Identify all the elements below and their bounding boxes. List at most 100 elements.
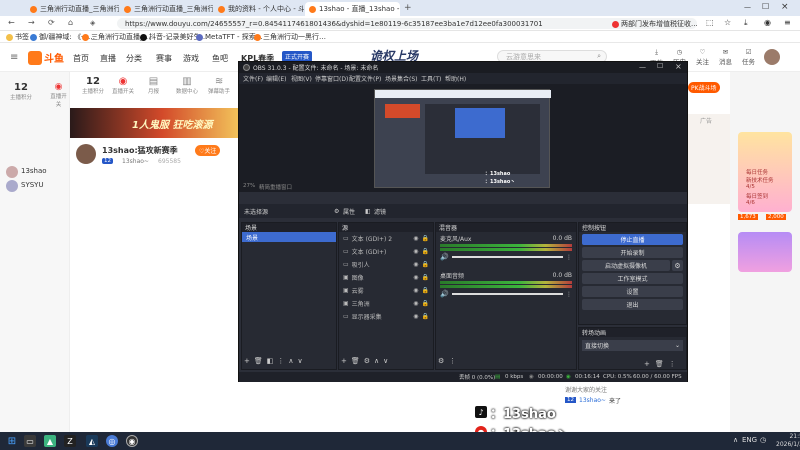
menu-dots-icon[interactable]: ⋮	[277, 357, 284, 365]
source-item[interactable]: ▭ 文本 (GDI+) 2 ◉ 🔒	[339, 232, 433, 245]
obs-preview[interactable]: ：13shao ：13shao丶 27% 精简重播窗口	[239, 84, 687, 192]
shield-icon[interactable]: ◈	[90, 19, 95, 27]
close-window-icon[interactable]: ×	[781, 2, 789, 12]
tasks-button[interactable]: ☑ 任务	[742, 48, 755, 66]
star-icon[interactable]: ☆	[724, 18, 731, 27]
avatar[interactable]	[764, 49, 780, 65]
hamburger-icon[interactable]: ≡	[10, 52, 18, 63]
eye-icon[interactable]: ◉	[413, 261, 418, 268]
filters-button[interactable]: 滤镜	[374, 207, 386, 216]
source-item[interactable]: ▭ 显示器采集 ◉ 🔒	[339, 310, 433, 323]
scene-filter-icon[interactable]: ◧	[267, 357, 274, 365]
browser-tab-3[interactable]: 我的资料 - 个人中心 - 斗鱼	[214, 2, 304, 16]
network-icon[interactable]: ◷	[760, 436, 766, 444]
add-icon[interactable]: +	[644, 360, 650, 368]
menu-icon[interactable]: ≡	[784, 18, 791, 27]
nav-home[interactable]: 首页	[73, 53, 89, 64]
source-item[interactable]: ▭ 文本 (GDI+) ◉ 🔒	[339, 245, 433, 258]
stat-points[interactable]: 12 主播积分	[82, 76, 104, 95]
eye-icon[interactable]: ◉	[413, 300, 418, 307]
reload-icon[interactable]: ⟳	[48, 18, 55, 27]
nav-games[interactable]: 游戏	[183, 53, 199, 64]
menu-file[interactable]: 文件(F)	[243, 74, 263, 83]
move-down-icon[interactable]: ∨	[383, 357, 388, 365]
douyu-logo[interactable]: 斗鱼	[28, 50, 64, 65]
gift-promo[interactable]	[738, 232, 792, 272]
news-ticker[interactable]: 两部门发布增值税征收...	[612, 19, 698, 29]
gear-icon[interactable]: ⚙	[672, 260, 683, 271]
browser-tab-1[interactable]: 三角洲行动直播_三角洲行动直…	[26, 2, 119, 16]
menu-tools[interactable]: 工具(T)	[421, 74, 441, 83]
back-icon[interactable]: ←	[8, 18, 15, 27]
pk-badge[interactable]: PK战斗场	[688, 82, 720, 93]
studio-mode-button[interactable]: 工作室模式	[582, 273, 683, 284]
browser-icon[interactable]: ◎	[106, 435, 118, 447]
filter-icon[interactable]: ◧	[365, 208, 371, 215]
maximize-icon[interactable]: ☐	[657, 62, 663, 70]
windows-start-icon[interactable]: ⊞	[6, 435, 18, 447]
scene-item[interactable]: 场景	[242, 232, 336, 242]
sidebar-user[interactable]: SYSYU	[21, 181, 44, 189]
gear-icon[interactable]: ⚙	[334, 208, 339, 215]
language-indicator[interactable]: ENG	[742, 436, 757, 444]
nav-fishbar[interactable]: 鱼吧	[212, 53, 228, 64]
source-item[interactable]: ▣ 云雾 ◉ 🔒	[339, 284, 433, 297]
new-tab-icon[interactable]: +	[404, 3, 412, 13]
search-icon[interactable]: ⌕	[597, 52, 601, 61]
nav-live[interactable]: 直播	[100, 53, 116, 64]
eye-icon[interactable]: ◉	[413, 274, 418, 281]
eye-icon[interactable]: ◉	[413, 313, 418, 320]
menu-docks[interactable]: 停靠窗口(D)	[315, 74, 348, 83]
browser-tab-2[interactable]: 三角洲行动直播_三角洲行动直…	[120, 2, 213, 16]
trash-icon[interactable]: 🗑	[655, 360, 664, 368]
url-input[interactable]: https://www.douyu.com/24655557_r=0.84541…	[117, 18, 697, 29]
extensions-icon[interactable]: ⬚	[706, 18, 714, 27]
stat-data-center[interactable]: ▥ 数据中心	[176, 76, 198, 95]
source-item[interactable]: ▭ 吸引人 ◉ 🔒	[339, 258, 433, 271]
anchor-name[interactable]: 13shao~	[122, 158, 149, 165]
volume-slider[interactable]	[451, 293, 563, 295]
profile-icon[interactable]: ◉	[764, 18, 771, 27]
stat-live-switch[interactable]: ◉ 直播开关	[48, 82, 69, 108]
minimize-icon[interactable]: —	[639, 63, 646, 71]
menu-help[interactable]: 帮助(H)	[445, 74, 466, 83]
menu-dots-icon[interactable]: ⋮	[669, 360, 676, 368]
bookmark-item[interactable]: MetaTFT - 探索…	[196, 32, 263, 42]
trash-icon[interactable]: 🗑	[254, 357, 263, 365]
start-recording-button[interactable]: 开始录制	[582, 247, 683, 258]
menu-view[interactable]: 视图(V)	[291, 74, 312, 83]
lock-icon[interactable]: 🔒	[422, 313, 429, 320]
eye-icon[interactable]: ◉	[413, 248, 418, 255]
avatar[interactable]	[76, 144, 96, 164]
stat-monthly[interactable]: ▤ 月报	[148, 76, 159, 95]
gear-icon[interactable]: ⚙	[364, 357, 370, 365]
menu-edit[interactable]: 编辑(E)	[266, 74, 286, 83]
eye-icon[interactable]: ◉	[413, 235, 418, 242]
sidebar-user[interactable]: 13shao	[21, 167, 47, 175]
app-z-icon[interactable]: Z	[64, 435, 76, 447]
download-icon[interactable]: ⤓	[744, 18, 748, 28]
menu-dots-icon[interactable]: ⋮	[449, 357, 456, 365]
add-icon[interactable]: +	[341, 357, 347, 365]
app-icon[interactable]: ▲	[44, 435, 56, 447]
lock-icon[interactable]: 🔒	[422, 287, 429, 294]
minimize-icon[interactable]: —	[744, 3, 751, 11]
eye-icon[interactable]: ◉	[413, 287, 418, 294]
stat-danmu[interactable]: ≋ 弹幕助手	[208, 76, 230, 95]
forward-icon[interactable]: →	[28, 18, 35, 27]
obs-window[interactable]: OBS 31.0.3 - 配置文件: 未命名 - 场景: 未命名 — ☐ × 文…	[238, 61, 688, 382]
bookmark-item[interactable]: 书签	[6, 32, 29, 42]
task-view-icon[interactable]: ▭	[24, 435, 36, 447]
settings-button[interactable]: 设置	[582, 286, 683, 297]
lock-icon[interactable]: 🔒	[422, 261, 429, 268]
menu-dots-icon[interactable]: ⋮	[566, 291, 572, 298]
messages-button[interactable]: ✉ 消息	[719, 48, 732, 66]
app-icon[interactable]: ◭	[86, 435, 98, 447]
follow-button[interactable]: ♡ 关注	[696, 48, 709, 66]
menu-profile[interactable]: 配置文件(P)	[349, 74, 381, 83]
nav-esports[interactable]: 赛事	[156, 53, 172, 64]
lock-icon[interactable]: 🔒	[422, 300, 429, 307]
add-icon[interactable]: +	[244, 357, 250, 365]
exit-button[interactable]: 退出	[582, 299, 683, 310]
lock-icon[interactable]: 🔒	[422, 248, 429, 255]
